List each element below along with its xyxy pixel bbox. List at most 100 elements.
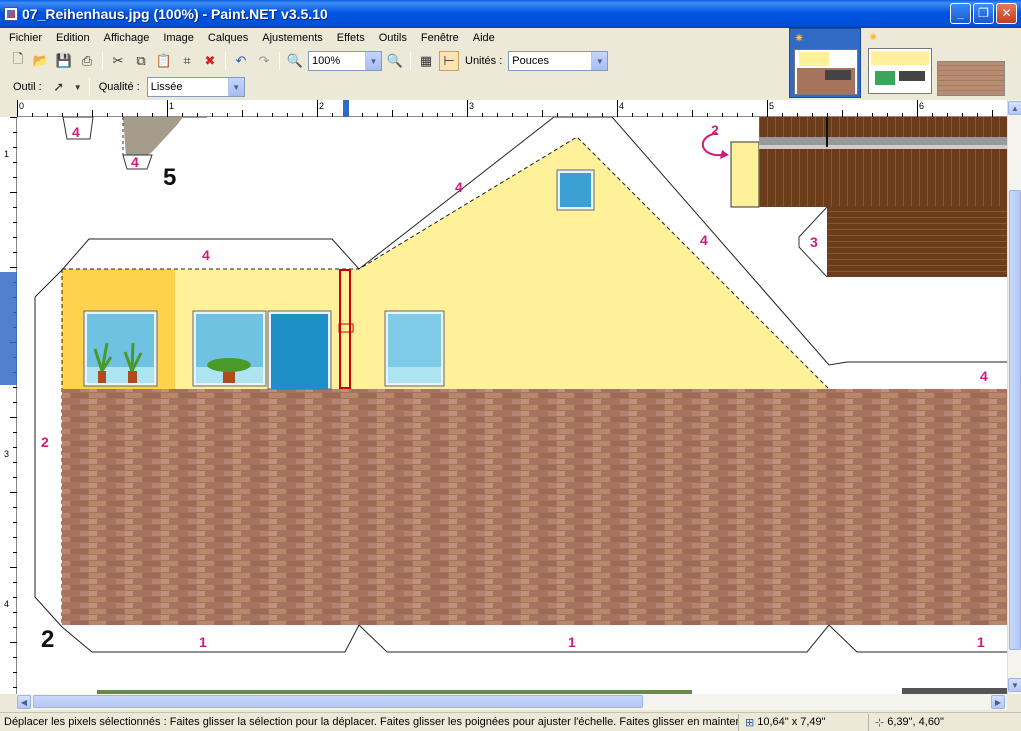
ruler-tick (317, 100, 318, 117)
units-value: Pouces (512, 55, 549, 67)
toolbar-separator (102, 52, 103, 70)
minimize-button[interactable]: _ (950, 3, 971, 24)
menu-effets[interactable]: Effets (330, 28, 372, 48)
ruler-tick (392, 110, 393, 117)
selection-size: 10,64" x 7,49" (757, 716, 826, 728)
thumbnail-3[interactable] (937, 61, 1005, 96)
fold-label: 3 (810, 234, 818, 250)
unsaved-star-icon: ✷ (868, 30, 879, 44)
ruler-tick (10, 567, 17, 568)
ruler-tick (10, 417, 17, 418)
chevron-down-icon[interactable]: ▼ (591, 52, 608, 70)
ruler-tick (17, 100, 18, 117)
ruler-tick (467, 100, 468, 117)
fold-label: 4 (455, 179, 463, 195)
open-file-icon[interactable]: 📂 (31, 51, 51, 71)
ruler-label: 3 (469, 101, 475, 111)
cursor-position: 6,39", 4,60" (887, 716, 944, 728)
chevron-down-icon[interactable]: ▼ (365, 52, 381, 70)
ruler-tick (917, 100, 918, 117)
piece-label: 5 (163, 164, 176, 191)
close-button[interactable]: ✕ (996, 3, 1017, 24)
fold-label: 2 (711, 122, 719, 138)
ruler-corner (0, 100, 17, 117)
fold-label: 1 (977, 634, 985, 650)
undo-icon[interactable]: ↶ (231, 51, 251, 71)
ruler-tick (617, 100, 618, 117)
scroll-up-button[interactable]: ▲ (1008, 101, 1021, 115)
zoom-combo[interactable]: 100% ▼ (308, 51, 382, 71)
quality-label: Qualité : (98, 81, 140, 93)
status-bar: Déplacer les pixels sélectionnés : Faite… (0, 712, 1021, 731)
print-icon[interactable]: ⎙ (77, 51, 97, 71)
crop-icon[interactable]: ⌗ (177, 51, 197, 71)
horizontal-scroll-thumb[interactable] (33, 695, 643, 708)
main-toolbar: 🗋 📂 💾 ⎙ ✂ ⧉ 📋 ⌗ ✖ ↶ ↷ 🔍 100% ▼ 🔍 ▦ ⊢ Uni… (0, 48, 785, 74)
ruler-tick (842, 110, 843, 117)
zoom-in-icon[interactable]: 🔍 (385, 51, 405, 71)
thumbnail-active[interactable]: ✷ (789, 28, 861, 98)
ruler-label: 4 (619, 101, 625, 111)
piece-label: 2 (41, 626, 54, 653)
status-message: Déplacer les pixels sélectionnés : Faite… (4, 716, 738, 728)
scroll-left-button[interactable]: ◀ (17, 695, 31, 709)
fold-label: 4 (980, 368, 988, 384)
zoom-out-icon[interactable]: 🔍 (285, 51, 305, 71)
save-icon[interactable]: 💾 (54, 51, 74, 71)
title-bar: 07_Reihenhaus.jpg (100%) - Paint.NET v3.… (0, 0, 1021, 28)
ruler-tick (10, 192, 17, 193)
ruler-horizontal: 0 1 2 3 4 5 6 (17, 100, 1008, 117)
copy-icon[interactable]: ⧉ (131, 51, 151, 71)
tool-dropdown-icon[interactable]: ▼ (73, 77, 83, 97)
menu-fichier[interactable]: Fichier (2, 28, 49, 48)
ruler-tick (767, 100, 768, 117)
menu-affichage[interactable]: Affichage (97, 28, 157, 48)
menu-bar: Fichier Edition Affichage Image Calques … (0, 28, 785, 48)
image-canvas[interactable]: 4 4 4 4 2 3 4 4 2 1 1 1 5 2 (17, 117, 1007, 694)
menu-image[interactable]: Image (156, 28, 201, 48)
fold-label: 1 (568, 634, 576, 650)
cursor-position-cell: ⊹ 6,39", 4,60" (868, 713, 1018, 731)
delete-selection-icon[interactable]: ✖ (200, 51, 220, 71)
ruler-vertical: 1 2 3 4 (0, 117, 17, 694)
roof-piece (701, 117, 1007, 278)
chevron-down-icon[interactable]: ▼ (227, 78, 244, 96)
unsaved-star-icon: ✷ (794, 31, 805, 45)
units-label: Unités : (465, 55, 503, 67)
ruler-tick (92, 110, 93, 117)
ruler-label: 3 (4, 449, 10, 459)
vertical-scroll-thumb[interactable] (1009, 190, 1021, 650)
grid-icon[interactable]: ▦ (416, 51, 436, 71)
ruler-tick (242, 110, 243, 117)
thumbnail-image (794, 49, 858, 95)
redo-icon[interactable]: ↷ (254, 51, 274, 71)
menu-fenetre[interactable]: Fenêtre (414, 28, 466, 48)
maximize-button[interactable]: ❐ (973, 3, 994, 24)
ruler-tick (10, 117, 17, 118)
menu-outils[interactable]: Outils (372, 28, 414, 48)
new-file-icon[interactable]: 🗋 (8, 51, 28, 71)
ruler-icon[interactable]: ⊢ (439, 51, 459, 71)
toolbar-separator (410, 52, 411, 70)
zoom-value: 100% (312, 55, 341, 67)
scroll-right-button[interactable]: ▶ (991, 695, 1005, 709)
vertical-scrollbar[interactable]: ▲ ▼ (1007, 100, 1021, 694)
menu-aide[interactable]: Aide (466, 28, 502, 48)
ruler-label: 1 (169, 101, 175, 111)
scroll-down-button[interactable]: ▼ (1008, 678, 1021, 692)
units-combo[interactable]: Pouces ▼ (508, 51, 609, 71)
ruler-label: 0 (19, 101, 25, 111)
menu-calques[interactable]: Calques (201, 28, 255, 48)
ruler-tick (10, 267, 17, 268)
cut-icon[interactable]: ✂ (108, 51, 128, 71)
horizontal-scrollbar[interactable]: ◀ ▶ (17, 694, 1007, 710)
ruler-label: 6 (919, 101, 925, 111)
quality-combo[interactable]: Lissée ▼ (146, 77, 245, 97)
thumbnail-2[interactable]: ✷ (864, 28, 932, 98)
move-selection-icon[interactable]: ➚ (49, 77, 69, 97)
menu-ajustements[interactable]: Ajustements (255, 28, 330, 48)
image-thumbnails: ✷ ✷ (785, 28, 1021, 100)
menu-edition[interactable]: Edition (49, 28, 97, 48)
papercraft-image: 4 4 4 4 2 3 4 4 2 1 1 1 5 2 (34, 117, 1007, 694)
paste-icon[interactable]: 📋 (154, 51, 174, 71)
